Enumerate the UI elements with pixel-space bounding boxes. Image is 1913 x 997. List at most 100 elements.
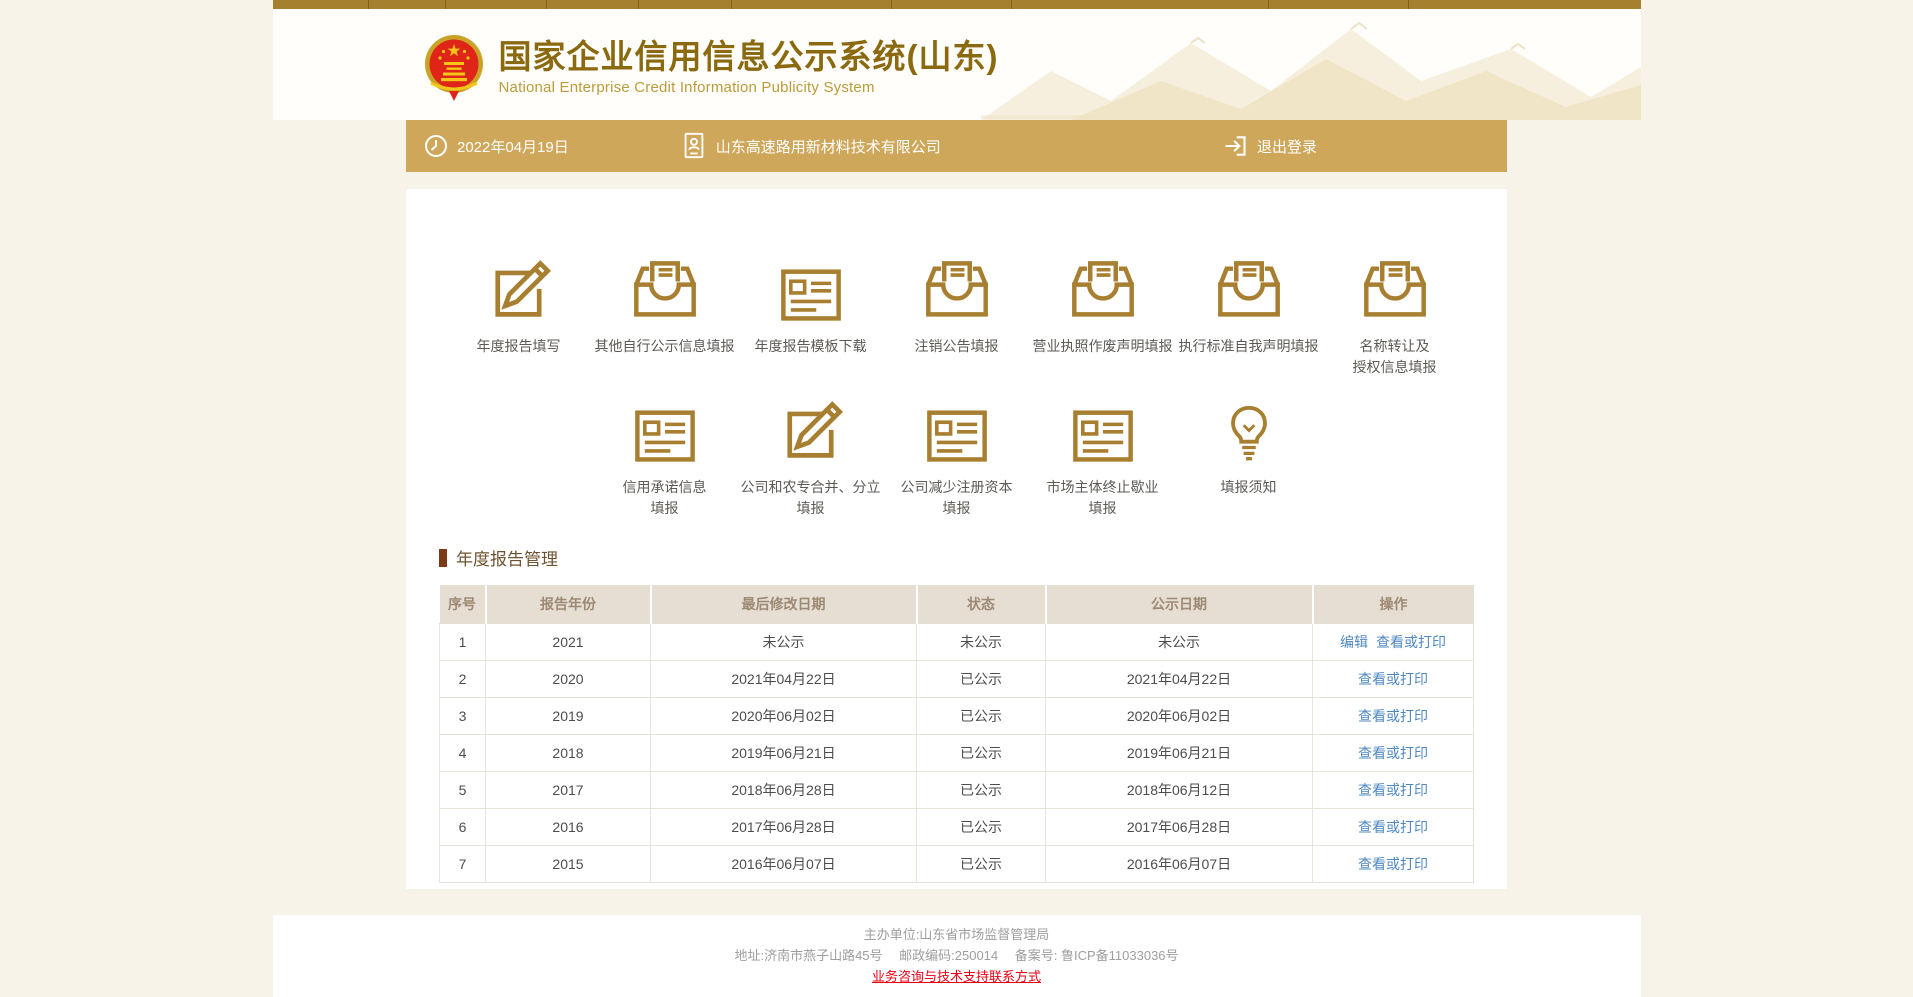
cell-actions: 查看或打印 [1313, 697, 1474, 734]
col-header-serial: 序号 [440, 585, 486, 623]
cell-modified: 未公示 [651, 623, 917, 660]
page-footer: 主办单位:山东省市场监督管理局 地址:济南市燕子山路45号 邮政编码:25001… [273, 915, 1641, 997]
shortcut-annual-report-fill[interactable]: 年度报告填写 [446, 251, 592, 378]
view-print-link[interactable]: 查看或打印 [1358, 671, 1428, 687]
cell-actions: 编辑查看或打印 [1313, 623, 1474, 660]
shortcut-name-transfer-authorization[interactable]: 名称转让及 授权信息填报 [1322, 251, 1468, 378]
cell-serial: 3 [440, 697, 486, 734]
table-row: 1 2021 未公示 未公示 未公示 编辑查看或打印 [440, 623, 1474, 660]
cell-year: 2016 [486, 808, 651, 845]
shortcut-label: 公司减少注册资本 填报 [884, 477, 1030, 519]
cell-year: 2021 [486, 623, 651, 660]
col-header-status: 状态 [917, 585, 1046, 623]
shortcut-label: 公司和农专合并、分立 填报 [738, 477, 884, 519]
table-row: 4 2018 2019年06月21日 已公示 2019年06月21日 查看或打印 [440, 734, 1474, 771]
company-badge-icon [681, 132, 707, 160]
current-date: 2022年04月19日 [424, 134, 569, 158]
logout-icon [1222, 133, 1248, 159]
cell-publish-date: 2021年04月22日 [1046, 660, 1313, 697]
shortcut-capital-reduction[interactable]: 公司减少注册资本 填报 [884, 392, 1030, 519]
shortcut-label: 注销公告填报 [884, 336, 1030, 357]
shortcut-label: 其他自行公示信息填报 [592, 336, 738, 357]
shortcut-business-termination[interactable]: 市场主体终止歇业 填报 [1030, 392, 1176, 519]
cell-status: 已公示 [917, 771, 1046, 808]
nav-segment [732, 0, 892, 9]
cell-modified: 2018年06月28日 [651, 771, 917, 808]
cell-status: 已公示 [917, 845, 1046, 882]
shortcut-label: 名称转让及 授权信息填报 [1322, 336, 1468, 378]
company-name: 山东高速路用新材料技术有限公司 [716, 136, 941, 157]
cell-modified: 2021年04月22日 [651, 660, 917, 697]
shortcut-standard-self-declaration[interactable]: 执行标准自我声明填报 [1176, 251, 1322, 378]
logout-label: 退出登录 [1257, 136, 1317, 157]
cell-modified: 2019年06月21日 [651, 734, 917, 771]
view-print-link[interactable]: 查看或打印 [1358, 782, 1428, 798]
support-contact-link[interactable]: 业务咨询与技术支持联系方式 [872, 969, 1041, 984]
shortcut-filing-instructions[interactable]: 填报须知 [1176, 392, 1322, 519]
brand-home-link[interactable]: 国家企业信用信息公示系统(山东) National Enterprise Cre… [423, 31, 999, 103]
page-column: 国家企业信用信息公示系统(山东) National Enterprise Cre… [273, 0, 1641, 997]
cell-status: 已公示 [917, 734, 1046, 771]
section-marker [439, 549, 447, 567]
shortcut-row-2: 信用承诺信息 填报 公司和农专合并、分立 填报 [439, 392, 1474, 519]
form-icon [592, 392, 738, 466]
cell-year: 2015 [486, 845, 651, 882]
view-print-link[interactable]: 查看或打印 [1358, 708, 1428, 724]
cell-actions: 查看或打印 [1313, 771, 1474, 808]
shortcut-row-1: 年度报告填写 其他自行公示信息填报 [439, 251, 1474, 378]
annual-report-section-header: 年度报告管理 [439, 545, 1474, 570]
site-title: 国家企业信用信息公示系统(山东) [499, 38, 999, 76]
bulb-icon [1176, 392, 1322, 466]
edit-link[interactable]: 编辑 [1340, 634, 1368, 650]
cell-publish-date: 未公示 [1046, 623, 1313, 660]
col-header-actions: 操作 [1313, 585, 1474, 623]
shortcut-label: 营业执照作废声明填报 [1030, 336, 1176, 357]
cell-actions: 查看或打印 [1313, 808, 1474, 845]
site-subtitle: National Enterprise Credit Information P… [499, 79, 999, 96]
view-print-link[interactable]: 查看或打印 [1358, 819, 1428, 835]
logout-button[interactable]: 退出登录 [1222, 133, 1317, 159]
cell-status: 已公示 [917, 808, 1046, 845]
date-text: 2022年04月19日 [457, 136, 569, 157]
edit-icon [446, 251, 592, 325]
cell-publish-date: 2016年06月07日 [1046, 845, 1313, 882]
footer-host-unit: 主办单位:山东省市场监督管理局 [273, 924, 1641, 945]
view-print-link[interactable]: 查看或打印 [1376, 634, 1446, 650]
clock-icon [424, 134, 448, 158]
view-print-link[interactable]: 查看或打印 [1358, 745, 1428, 761]
shortcut-label: 年度报告填写 [446, 336, 592, 357]
cell-year: 2020 [486, 660, 651, 697]
cell-status: 已公示 [917, 697, 1046, 734]
cell-serial: 4 [440, 734, 486, 771]
form-icon [884, 392, 1030, 466]
cell-actions: 查看或打印 [1313, 845, 1474, 882]
footer-address-line: 地址:济南市燕子山路45号 邮政编码:250014 备案号: 鲁ICP备1103… [273, 945, 1641, 966]
shortcut-cancellation-notice[interactable]: 注销公告填报 [884, 251, 1030, 378]
nav-segment [273, 0, 369, 9]
shortcut-credit-commitment[interactable]: 信用承诺信息 填报 [592, 392, 738, 519]
shortcut-template-download[interactable]: 年度报告模板下载 [738, 251, 884, 378]
nav-segment [1012, 0, 1269, 9]
cell-serial: 6 [440, 808, 486, 845]
top-nav-bar [273, 0, 1641, 9]
cell-publish-date: 2017年06月28日 [1046, 808, 1313, 845]
shortcut-label: 年度报告模板下载 [738, 336, 884, 357]
great-wall-watermark [981, 9, 1641, 120]
table-row: 7 2015 2016年06月07日 已公示 2016年06月07日 查看或打印 [440, 845, 1474, 882]
table-header-row: 序号 报告年份 最后修改日期 状态 公示日期 操作 [440, 585, 1474, 623]
shortcut-other-publicity-info[interactable]: 其他自行公示信息填报 [592, 251, 738, 378]
nav-segment [369, 0, 446, 9]
shortcut-license-void-declaration[interactable]: 营业执照作废声明填报 [1030, 251, 1176, 378]
cell-modified: 2016年06月07日 [651, 845, 917, 882]
cell-publish-date: 2018年06月12日 [1046, 771, 1313, 808]
shortcut-merger-division[interactable]: 公司和农专合并、分立 填报 [738, 392, 884, 519]
inbox-icon [884, 251, 1030, 325]
user-status-bar: 2022年04月19日 山东高速路用新材料技术有限公司 退出登录 [406, 120, 1507, 172]
inbox-icon [1322, 251, 1468, 325]
nav-segment [547, 0, 639, 9]
view-print-link[interactable]: 查看或打印 [1358, 856, 1428, 872]
edit-icon [738, 392, 884, 466]
nav-segment [1269, 0, 1409, 9]
cell-serial: 1 [440, 623, 486, 660]
inbox-icon [1030, 251, 1176, 325]
